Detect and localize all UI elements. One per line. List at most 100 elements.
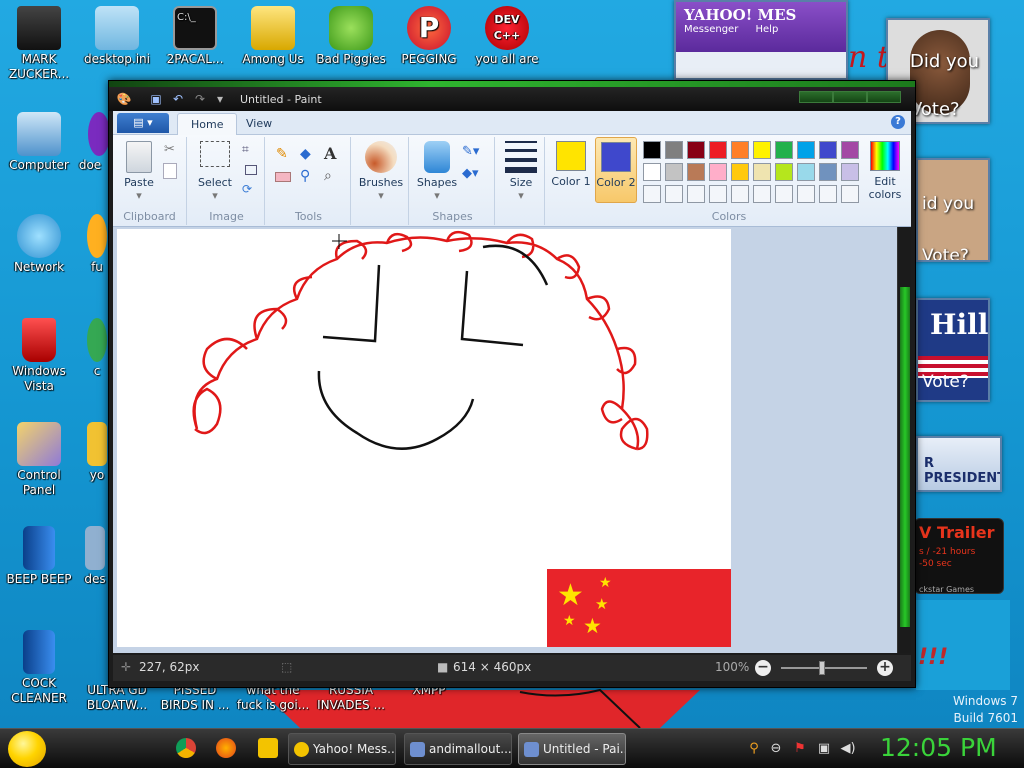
palette-swatch-empty[interactable] <box>665 185 683 203</box>
maximize-button[interactable] <box>833 91 867 103</box>
desktop-icon-xmpp[interactable]: XMPP <box>390 683 468 727</box>
palette-swatch[interactable] <box>643 163 661 181</box>
chrome-icon[interactable] <box>176 738 196 758</box>
fill-icon[interactable]: ◆ <box>299 145 319 163</box>
desktop-icon-what-the[interactable]: what the fuck is goi... <box>234 683 312 727</box>
redo-icon[interactable]: ↷ <box>191 91 209 107</box>
palette-swatch[interactable] <box>687 141 705 159</box>
desktop-icon-2pacal[interactable]: C:\_ 2PACAL... <box>156 6 234 67</box>
desktop-icon-ultra-gd[interactable]: ULTRA GD BLOATW... <box>78 683 156 727</box>
text-icon[interactable]: A <box>323 143 343 163</box>
vote-popup-3[interactable]: Hill Vote? <box>916 298 990 402</box>
pencil-icon[interactable]: ✎ <box>275 145 295 163</box>
desktop-icon-des[interactable]: des <box>80 526 110 587</box>
palette-swatch-empty[interactable] <box>753 185 771 203</box>
desktop-icon-bad-piggies[interactable]: Bad Piggies <box>312 6 390 67</box>
cut-icon[interactable]: ✂ <box>163 141 183 159</box>
color1-button[interactable]: Color 1 <box>551 141 591 188</box>
firefox-icon[interactable] <box>216 738 236 758</box>
tab-view[interactable]: View <box>233 113 285 135</box>
paint-menu-button[interactable]: ▤ ▾ <box>117 113 169 133</box>
resize-icon[interactable] <box>245 165 257 175</box>
desktop-icon-beep-beep[interactable]: BEEP BEEP <box>0 526 78 587</box>
palette-swatch-empty[interactable] <box>841 185 859 203</box>
desktop-icon-c[interactable]: c <box>84 318 110 379</box>
palette-swatch[interactable] <box>731 141 749 159</box>
customize-quick-access-icon[interactable]: ▾ <box>211 91 229 107</box>
explorer-icon[interactable] <box>258 738 278 758</box>
desktop-icon-cock-cleaner[interactable]: COCK CLEANER <box>0 630 78 706</box>
rotate-icon[interactable]: ⟳ <box>241 181 261 199</box>
status-icon[interactable]: ⊖ <box>768 741 784 757</box>
paint-window[interactable]: 🎨 ▣ ↶ ↷ ▾ Untitled - Paint ▤ ▾ Home View… <box>108 80 916 688</box>
palette-swatch[interactable] <box>709 163 727 181</box>
desktop-icon-fu[interactable]: fu <box>84 214 110 275</box>
save-icon[interactable]: ▣ <box>147 91 165 107</box>
zoom-out-button[interactable]: − <box>755 660 771 676</box>
paint-titlebar[interactable]: 🎨 ▣ ↶ ↷ ▾ Untitled - Paint <box>109 81 915 111</box>
desktop-icon-computer[interactable]: Computer <box>0 112 78 173</box>
palette-swatch-empty[interactable] <box>687 185 705 203</box>
trailer-popup[interactable]: V Trailer s / -21 hours -50 sec ckstar G… <box>914 518 1004 594</box>
desktop-icon-desktop-ini[interactable]: desktop.ini <box>78 6 156 67</box>
palette-swatch-empty[interactable] <box>643 185 661 203</box>
outline-icon[interactable]: ✎▾ <box>461 143 481 161</box>
desktop-icon-pissed-birds[interactable]: PISSED BIRDS IN ... <box>156 683 234 727</box>
desktop-icon-control-panel[interactable]: Control Panel <box>0 422 78 498</box>
palette-swatch[interactable] <box>687 163 705 181</box>
paste-button[interactable]: Paste ▾ <box>119 141 159 202</box>
palette-swatch[interactable] <box>643 141 661 159</box>
tab-home[interactable]: Home <box>177 113 238 135</box>
brushes-button[interactable]: Brushes ▾ <box>357 141 405 202</box>
color2-button[interactable]: Color 2 <box>595 137 637 203</box>
taskbar-paint[interactable]: Untitled - Pai... <box>518 733 626 765</box>
palette-swatch[interactable] <box>841 141 859 159</box>
vote-popup-2[interactable]: id you Vote? <box>916 158 990 262</box>
undo-icon[interactable]: ↶ <box>169 91 187 107</box>
desktop-icon-mark-zucker[interactable]: MARK ZUCKER... <box>0 6 78 82</box>
taskbar-yahoo[interactable]: Yahoo! Mess... <box>288 733 396 765</box>
palette-swatch[interactable] <box>797 163 815 181</box>
zoom-in-button[interactable]: + <box>877 660 893 676</box>
select-button[interactable]: Select ▾ <box>195 141 235 202</box>
color-picker-icon[interactable]: ⚲ <box>299 167 319 185</box>
palette-swatch[interactable] <box>665 141 683 159</box>
palette-swatch-empty[interactable] <box>797 185 815 203</box>
edit-colors-button[interactable]: Edit colors <box>863 141 907 201</box>
palette-swatch[interactable] <box>775 163 793 181</box>
palette-swatch[interactable] <box>665 163 683 181</box>
desktop-icon-you-all-are[interactable]: DEV C++ you all are <box>468 6 546 67</box>
drawing-canvas[interactable]: ★ ★ ★ ★ ★ <box>117 229 735 649</box>
yahoo-menu-help[interactable]: Help <box>756 24 779 35</box>
palette-swatch[interactable] <box>709 141 727 159</box>
zoom-slider-thumb[interactable] <box>819 661 825 675</box>
palette-swatch[interactable] <box>819 163 837 181</box>
taskbar-clock[interactable]: 12:05 PM <box>880 733 997 762</box>
help-icon[interactable]: ? <box>891 115 905 129</box>
palette-swatch[interactable] <box>753 141 771 159</box>
palette-swatch[interactable] <box>841 163 859 181</box>
palette-swatch[interactable] <box>775 141 793 159</box>
president-popup[interactable]: R PRESIDENT <box>916 436 1002 492</box>
crop-icon[interactable]: ⌗ <box>241 141 261 159</box>
palette-swatch[interactable] <box>731 163 749 181</box>
shape-fill-icon[interactable]: ◆▾ <box>461 165 481 183</box>
copy-icon[interactable] <box>163 163 177 179</box>
shapes-button[interactable]: Shapes ▾ <box>415 141 459 202</box>
desktop-icon-russia[interactable]: RUSSIA INVADES ... <box>312 683 390 727</box>
yahoo-messenger-window[interactable]: YAHOO! MES Messenger Help <box>674 0 848 80</box>
search-icon[interactable]: ⚲ <box>746 741 762 757</box>
vertical-scrollbar[interactable] <box>897 227 911 653</box>
network-tray-icon[interactable]: ▣ <box>816 741 832 757</box>
flag-notify-icon[interactable]: ⚑ <box>792 741 808 757</box>
palette-swatch[interactable] <box>819 141 837 159</box>
minimize-button[interactable] <box>799 91 833 103</box>
size-button[interactable]: Size ▾ <box>501 141 541 202</box>
volume-icon[interactable]: ◀) <box>840 741 856 757</box>
desktop-icon-windows-vista[interactable]: Windows Vista <box>0 318 78 394</box>
desktop-icon-yo[interactable]: yo <box>84 422 110 483</box>
start-button[interactable] <box>8 731 46 767</box>
scroll-thumb[interactable] <box>900 287 910 627</box>
taskbar-andimallout[interactable]: andimallout... <box>404 733 512 765</box>
palette-swatch[interactable] <box>797 141 815 159</box>
